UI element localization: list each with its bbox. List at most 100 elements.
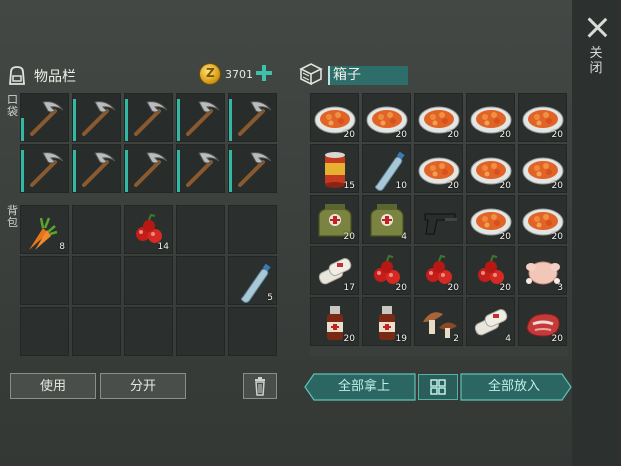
durability-bar [177, 98, 180, 141]
inventory-slot[interactable]: 20 [362, 93, 411, 142]
item-quantity: 20 [447, 130, 459, 140]
inventory-slot[interactable]: 20 [310, 195, 359, 244]
item-quantity: 20 [499, 232, 511, 242]
inventory-slot[interactable] [72, 93, 121, 142]
inventory-slot[interactable] [176, 307, 225, 356]
item-quantity: 20 [551, 130, 563, 140]
inventory-slot[interactable]: 19 [362, 297, 411, 346]
inventory-title: 物品栏 [34, 69, 76, 85]
pocket-label: 口袋 [7, 93, 18, 118]
inventory-slot[interactable] [228, 93, 277, 142]
split-button[interactable]: 分开 [100, 373, 186, 399]
inventory-slot[interactable]: 20 [518, 195, 567, 244]
inventory-slot[interactable] [20, 307, 69, 356]
item-quantity: 5 [267, 293, 273, 303]
inventory-slot[interactable]: 20 [414, 144, 463, 193]
inventory-slot[interactable] [228, 144, 277, 193]
inventory-slot[interactable]: 10 [362, 144, 411, 193]
item-quantity: 20 [395, 283, 407, 293]
grid-icon [430, 379, 446, 395]
inventory-slot[interactable]: 15 [310, 144, 359, 193]
item-quantity: 20 [499, 181, 511, 191]
durability-bar [73, 149, 76, 192]
inventory-slot[interactable] [20, 93, 69, 142]
pickaxe-icon [186, 152, 220, 187]
inventory-slot[interactable] [72, 307, 121, 356]
inventory-slot[interactable]: 20 [414, 246, 463, 295]
inventory-slot[interactable] [176, 144, 225, 193]
item-quantity: 20 [343, 130, 355, 140]
pickaxe-icon [238, 101, 272, 136]
trash-icon [255, 377, 265, 396]
inventory-slot[interactable] [20, 144, 69, 193]
close-label[interactable]: 关闭 [588, 46, 604, 76]
take-all-button[interactable]: 全部拿上 [312, 374, 416, 400]
pickaxe-icon [134, 152, 168, 187]
coin-count: 3701 [225, 68, 253, 81]
item-quantity: 20 [499, 283, 511, 293]
inventory-slot[interactable]: 20 [466, 246, 515, 295]
item-quantity: 10 [395, 181, 407, 191]
pickaxe-icon [134, 101, 168, 136]
trash-button[interactable] [243, 373, 277, 399]
item-quantity: 2 [453, 334, 459, 344]
inventory-slot[interactable]: 2 [414, 297, 463, 346]
sort-button[interactable] [418, 374, 458, 400]
item-quantity: 20 [447, 283, 459, 293]
inventory-slot[interactable] [72, 256, 121, 305]
box-title[interactable]: 箱子 [328, 66, 408, 85]
pickaxe-icon [30, 152, 64, 187]
inventory-slot[interactable] [124, 256, 173, 305]
inventory-slot[interactable]: 8 [20, 205, 69, 254]
durability-bar [229, 149, 232, 192]
pistol-icon [424, 213, 457, 235]
inventory-slot[interactable] [176, 256, 225, 305]
backpack-icon [9, 66, 25, 85]
pickaxe-icon [238, 152, 272, 187]
inventory-slot[interactable]: 3 [518, 246, 567, 295]
durability-bar [125, 149, 128, 192]
inventory-slot[interactable] [72, 144, 121, 193]
item-quantity: 20 [343, 334, 355, 344]
inventory-slot[interactable]: 20 [466, 195, 515, 244]
inventory-slot[interactable]: 20 [518, 297, 567, 346]
inventory-slot[interactable]: 20 [466, 144, 515, 193]
inventory-slot[interactable]: 20 [518, 144, 567, 193]
inventory-slot[interactable]: 20 [518, 93, 567, 142]
inventory-slot[interactable]: 4 [362, 195, 411, 244]
inventory-slot[interactable]: 5 [228, 256, 277, 305]
item-quantity: 20 [499, 130, 511, 140]
put-all-button[interactable]: 全部放入 [462, 374, 566, 400]
inventory-slot[interactable]: 14 [124, 205, 173, 254]
item-quantity: 20 [395, 130, 407, 140]
item-quantity: 20 [551, 232, 563, 242]
inventory-slot[interactable]: 20 [310, 297, 359, 346]
inventory-slot[interactable] [176, 205, 225, 254]
inventory-slot[interactable] [20, 256, 69, 305]
inventory-slot[interactable]: 20 [362, 246, 411, 295]
inventory-slot[interactable] [72, 205, 121, 254]
backpack-label: 背包 [7, 204, 18, 229]
inventory-slot[interactable]: 20 [466, 93, 515, 142]
inventory-slot[interactable] [228, 205, 277, 254]
use-button[interactable]: 使用 [10, 373, 96, 399]
inventory-slot[interactable] [414, 195, 463, 244]
inventory-slot[interactable] [124, 144, 173, 193]
inventory-slot[interactable] [228, 307, 277, 356]
inventory-slot[interactable] [176, 93, 225, 142]
pickaxe-icon [82, 101, 116, 136]
item-quantity: 4 [401, 232, 407, 242]
item-quantity: 8 [59, 242, 65, 252]
inventory-slot[interactable]: 20 [310, 93, 359, 142]
inventory-slot[interactable]: 4 [466, 297, 515, 346]
inventory-slot[interactable]: 17 [310, 246, 359, 295]
durability-bar [21, 149, 24, 192]
inventory-slot[interactable] [124, 307, 173, 356]
inventory-slot[interactable] [124, 93, 173, 142]
close-icon[interactable] [586, 16, 608, 38]
add-coins-icon[interactable] [256, 65, 272, 81]
durability-bar [125, 98, 128, 141]
crate-icon [299, 63, 323, 86]
inventory-slot[interactable]: 20 [414, 93, 463, 142]
item-quantity: 20 [447, 181, 459, 191]
